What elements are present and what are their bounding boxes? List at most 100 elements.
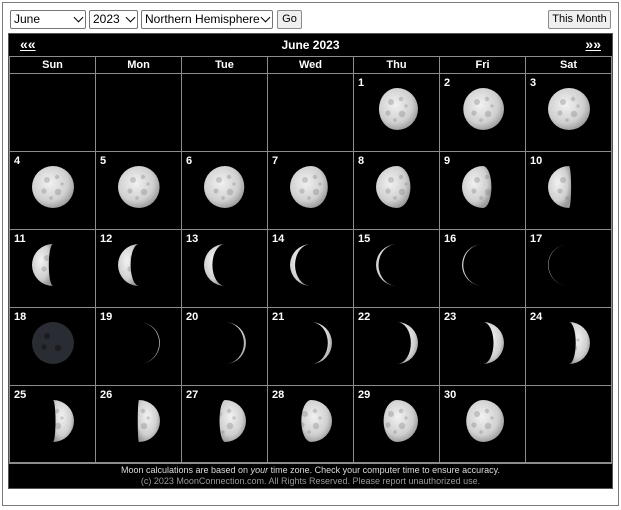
day-number: 28 [272,389,285,401]
day-cell[interactable]: 21 [267,307,354,386]
empty-day-cell [9,73,96,152]
day-cell[interactable]: 2 [439,73,526,152]
day-cell[interactable]: 26 [95,385,182,464]
day-cell[interactable]: 7 [267,151,354,230]
month-select[interactable]: June [10,10,86,29]
moon-phase-icon [118,322,160,364]
empty-day-cell [181,73,268,152]
day-cell[interactable]: 27 [181,385,268,464]
footer-copyright: (c) 2023 MoonConnection.com. All Rights … [140,476,481,486]
day-number: 25 [14,389,27,401]
day-cell[interactable]: 11 [9,229,96,308]
calendar-header: «« June 2023 »» [9,34,612,56]
day-cell[interactable]: 1 [353,73,440,152]
moon-phase-icon [548,166,590,208]
day-cell[interactable]: 6 [181,151,268,230]
moon-phase-icon [204,166,246,208]
day-cell[interactable]: 15 [353,229,440,308]
moon-phase-icon [462,88,504,130]
calendar-week-row: 1 2 3 [9,73,612,152]
moon-phase-icon [118,244,160,286]
calendar-week-row: 4 5 6 7 8 9 10 [9,151,612,230]
month-title: June 2023 [281,38,340,52]
moon-phase-icon [32,244,74,286]
empty-day-cell [95,73,182,152]
day-cell[interactable]: 23 [439,307,526,386]
day-cell[interactable]: 17 [525,229,612,308]
day-number: 9 [444,155,451,167]
day-number: 21 [272,311,285,323]
day-number: 11 [14,233,26,245]
day-number: 17 [530,233,543,245]
this-month-button[interactable]: This Month [548,10,611,29]
day-cell[interactable]: 20 [181,307,268,386]
day-cell[interactable]: 8 [353,151,440,230]
moon-phase-icon [376,244,418,286]
moon-calendar: «« June 2023 »» Sun Mon Tue Wed Thu Fri … [8,33,613,489]
moon-phase-icon [376,88,418,130]
empty-day-cell [267,73,354,152]
day-number: 18 [14,311,27,323]
next-month-link[interactable]: »» [585,36,601,52]
weekday-header: Sat [525,56,612,74]
empty-day-cell [525,385,612,464]
day-number: 6 [186,155,193,167]
day-number: 5 [100,155,107,167]
day-cell[interactable]: 5 [95,151,182,230]
day-number: 24 [530,311,543,323]
day-number: 1 [358,77,365,89]
weekday-header: Sun [9,56,96,74]
weekday-header: Mon [95,56,182,74]
day-cell[interactable]: 14 [267,229,354,308]
day-number: 8 [358,155,365,167]
day-cell[interactable]: 9 [439,151,526,230]
day-number: 20 [186,311,199,323]
day-number: 2 [444,77,451,89]
calendar-body: 1 2 3 4 5 6 7 8 9 10 11 12 13 14 15 16 17 18 19 20 21 22 23 24 2… [9,73,612,464]
day-number: 7 [272,155,279,167]
day-cell[interactable]: 25 [9,385,96,464]
moon-phase-icon [548,322,590,364]
moon-phase-icon [118,400,160,442]
chevron-down-icon [125,12,136,23]
weekday-header: Wed [267,56,354,74]
moon-phase-icon [290,244,332,286]
year-select-value: 2023 [93,12,120,26]
moon-phase-icon [290,400,332,442]
day-cell[interactable]: 24 [525,307,612,386]
day-number: 3 [530,77,537,89]
weekday-header: Fri [439,56,526,74]
day-cell[interactable]: 4 [9,151,96,230]
day-cell[interactable]: 10 [525,151,612,230]
day-cell[interactable]: 3 [525,73,612,152]
calendar-week-row: 18 19 20 21 22 23 24 [9,307,612,386]
day-cell[interactable]: 12 [95,229,182,308]
moon-phase-icon [290,322,332,364]
calendar-grid: Sun Mon Tue Wed Thu Fri Sat 1 2 3 4 5 6 7 8 9 10 1… [9,56,612,464]
calendar-week-row: 11 12 13 14 15 16 17 [9,229,612,308]
day-cell[interactable]: 30 [439,385,526,464]
day-cell[interactable]: 16 [439,229,526,308]
day-cell[interactable]: 19 [95,307,182,386]
year-select[interactable]: 2023 [89,10,138,29]
chevron-down-icon [260,12,271,23]
day-cell[interactable]: 28 [267,385,354,464]
weekday-header: Tue [181,56,268,74]
moon-phase-icon [462,166,504,208]
moon-phase-icon [462,322,504,364]
hemisphere-select[interactable]: Northern Hemisphere [141,10,273,29]
day-cell[interactable]: 22 [353,307,440,386]
moon-phase-icon [376,400,418,442]
day-cell[interactable]: 18 [9,307,96,386]
weekday-header: Thu [353,56,440,74]
moon-phase-icon [548,244,590,286]
day-number: 26 [100,389,113,401]
calendar-footer: Moon calculations are based on your time… [9,462,612,487]
day-number: 29 [358,389,371,401]
go-button[interactable]: Go [277,10,302,29]
day-cell[interactable]: 29 [353,385,440,464]
day-number: 22 [358,311,371,323]
day-cell[interactable]: 13 [181,229,268,308]
moon-phase-icon [32,166,74,208]
moon-phase-icon [118,166,160,208]
